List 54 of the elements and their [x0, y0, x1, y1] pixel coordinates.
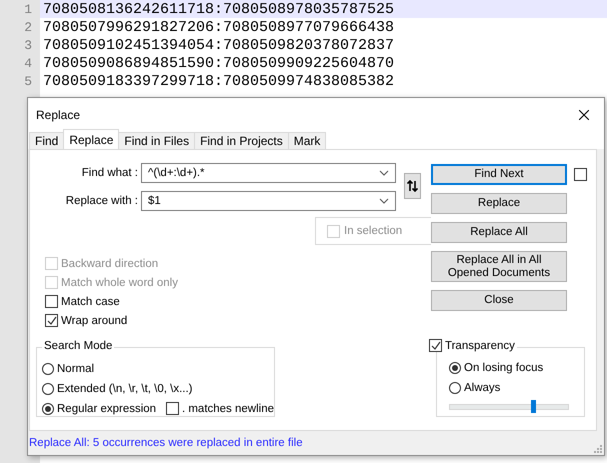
radio-button[interactable]	[42, 362, 54, 374]
dialog-button[interactable]: Replace All in All Opened Documents	[431, 251, 567, 282]
checkbox[interactable]	[574, 168, 587, 181]
slider-thumb[interactable]	[530, 400, 536, 413]
close-icon[interactable]	[579, 110, 589, 120]
swap-button[interactable]	[404, 173, 421, 199]
code-line: 7080509086894851590:7080509909225604870	[43, 54, 394, 72]
code-line: 7080509183397299718:7080509974838085382	[43, 72, 394, 90]
code-line: 7080509102451394054:7080509820378072837	[43, 36, 394, 54]
checkbox-label: . matches newline	[182, 402, 274, 414]
line-number: 4	[23, 56, 33, 70]
tab[interactable]: Mark	[288, 132, 326, 149]
checkbox[interactable]	[45, 295, 58, 308]
field-label: Replace with :	[64, 195, 139, 207]
checkbox-label: Wrap around	[61, 314, 128, 326]
radio-label: On losing focus	[464, 362, 544, 374]
radio-button[interactable]	[449, 362, 461, 374]
radio-label: Extended (\n, \r, \t, \0, \x...)	[57, 382, 193, 394]
radio-button[interactable]	[42, 402, 54, 414]
checkbox[interactable]	[429, 339, 442, 352]
line-number: 5	[23, 74, 33, 88]
checkbox-label: In selection	[344, 225, 402, 237]
radio-label: Regular expression	[57, 402, 156, 414]
checkbox-label: Backward direction	[61, 258, 158, 270]
checkbox-label: Match whole word only	[61, 276, 178, 288]
status-message: Replace All: 5 occurrences were replaced in entire file	[29, 437, 303, 449]
find-field[interactable]: ^(\d+:\d+).*	[141, 163, 396, 183]
radio-label: Normal	[57, 362, 94, 374]
line-number: 3	[23, 38, 33, 52]
checkbox-label: Match case	[61, 296, 120, 308]
window-title: Replace	[36, 108, 80, 122]
tab[interactable]: Find in Files	[118, 132, 196, 149]
checkbox[interactable]	[166, 402, 179, 415]
dialog-button[interactable]: Replace All	[431, 222, 567, 243]
line-number: 2	[23, 20, 33, 34]
radio-button[interactable]	[449, 382, 461, 394]
field-label: Find what :	[80, 167, 139, 179]
code-line: 7080507996291827206:7080508977079666438	[43, 18, 394, 36]
tab[interactable]: Find in Projects	[194, 132, 289, 149]
dialog-button[interactable]: Close	[431, 290, 567, 311]
resize-grip-icon[interactable]	[593, 444, 602, 453]
code-line: 7080508136242611718:7080508978035787525	[43, 0, 394, 18]
radio-button[interactable]	[42, 382, 54, 394]
dialog-button[interactable]: Replace	[431, 193, 567, 214]
tab[interactable]: Replace	[63, 129, 120, 149]
line-number: 1	[23, 2, 33, 16]
group-title: Search Mode	[42, 340, 114, 352]
replace-field[interactable]: $1	[141, 191, 396, 211]
checkbox-label: Transparency	[445, 340, 515, 352]
radio-label: Always	[464, 382, 500, 394]
checkbox[interactable]	[45, 314, 58, 327]
tab[interactable]: Find	[29, 132, 64, 149]
dialog-button[interactable]: Find Next	[431, 164, 567, 185]
up-down-arrows-icon[interactable]	[407, 180, 418, 192]
